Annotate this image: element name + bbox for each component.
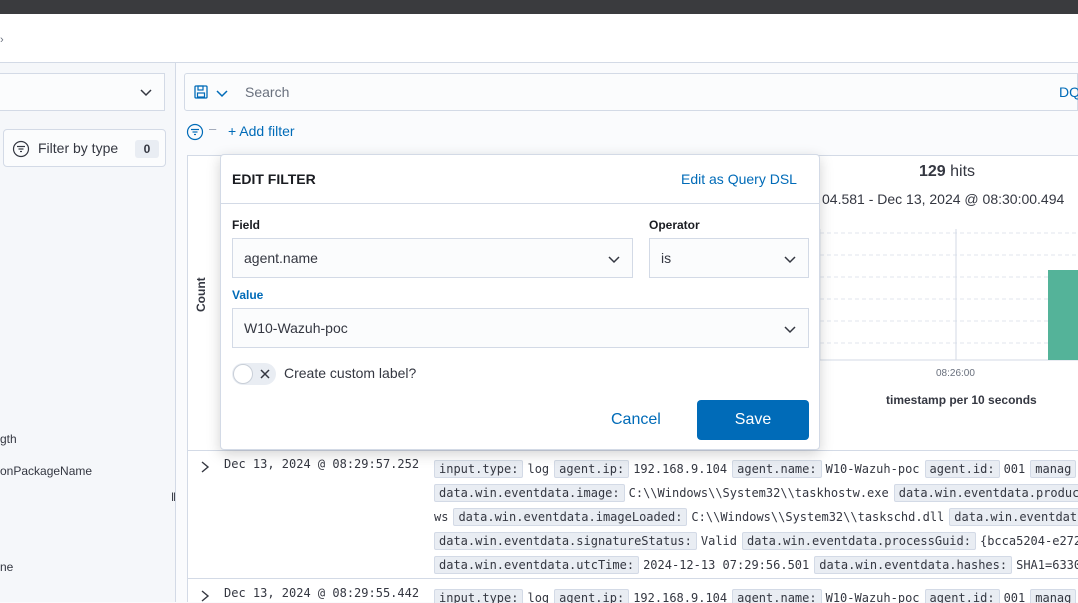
- doc-field-key[interactable]: data.win.eventdata.signatureStatus:: [434, 532, 697, 550]
- doc-field-value: log: [527, 591, 550, 603]
- doc-line: input.type: log agent.ip: 192.168.9.104 agen…: [434, 589, 1078, 603]
- x-tick-label: 08:26:00: [936, 368, 975, 379]
- chevron-right-icon[interactable]: [200, 590, 210, 602]
- doc-field-key[interactable]: agent.ip:: [554, 460, 630, 478]
- filter-separator: –: [209, 121, 217, 136]
- x-axis-label: timestamp per 10 seconds: [886, 393, 1037, 407]
- filter-count-badge: 0: [135, 140, 159, 158]
- doc-field-value: 192.168.9.104: [633, 462, 728, 476]
- doc-field-value: {bcca5204-e272: [979, 534, 1078, 548]
- doc-line: data.win.eventdata.image: C:\\Windows\\Sy…: [434, 484, 1078, 504]
- hits-label: hits: [945, 163, 976, 180]
- close-icon: [260, 369, 270, 379]
- value-select-value: W10-Wazuh-poc: [244, 320, 348, 336]
- doc-field-value: 2024-12-13 07:29:56.501: [643, 558, 810, 572]
- doc-line: data.win.eventdata.utcTime: 2024-12-13 07…: [434, 556, 1078, 576]
- filter-icon: [12, 140, 30, 158]
- doc-field-key[interactable]: data.win.eventdata.imageLoaded:: [453, 508, 688, 526]
- save-button[interactable]: Save: [697, 400, 809, 440]
- chevron-down-icon: [216, 90, 228, 98]
- doc-field-value: 001: [1003, 462, 1026, 476]
- doc-field-key[interactable]: data.win.eventdat: [949, 508, 1078, 526]
- sidebar-field-item[interactable]: ne: [0, 560, 13, 574]
- divider: [221, 203, 819, 204]
- doc-field-value: SHA1=6330: [1016, 558, 1078, 572]
- histogram-bar[interactable]: [1048, 270, 1078, 360]
- field-sidebar: Filter by type 0 gth onPackageName ne: [0, 63, 176, 602]
- histogram-chart: [820, 229, 1078, 361]
- filter-by-type-button[interactable]: Filter by type 0: [3, 129, 166, 167]
- header-chevron-icon[interactable]: ›: [0, 34, 4, 46]
- chevron-down-icon: [608, 256, 620, 264]
- doc-field-value: 001: [1003, 591, 1026, 603]
- field-select[interactable]: agent.name: [232, 238, 633, 278]
- operator-select[interactable]: is: [649, 238, 809, 278]
- doc-field-value: Valid: [700, 534, 737, 548]
- doc-field-key[interactable]: data.win.eventdata.image:: [434, 484, 625, 502]
- hits-number: 129: [919, 163, 946, 180]
- value-label: Value: [232, 288, 264, 302]
- doc-field-key[interactable]: agent.ip:: [554, 589, 630, 603]
- doc-field-key[interactable]: data.win.eventdata.utcTime:: [434, 556, 640, 574]
- time-range-text: 04.581 - Dec 13, 2024 @ 08:30:00.494: [822, 191, 1065, 207]
- browser-top-bar: [0, 0, 1078, 14]
- doc-field-key[interactable]: data.win.eventdata.hashes:: [814, 556, 1013, 574]
- doc-field-value: C:\\Windows\\System32\\taskschd.dll: [691, 510, 945, 524]
- operator-label: Operator: [649, 218, 700, 232]
- sidebar-resize-handle[interactable]: ‖: [171, 490, 176, 504]
- custom-label-toggle[interactable]: [232, 363, 276, 385]
- custom-label-text: Create custom label?: [284, 365, 417, 381]
- query-search-box: DQ: [238, 73, 1078, 111]
- field-label: Field: [232, 218, 261, 232]
- chevron-down-icon: [140, 89, 152, 97]
- doc-field-key[interactable]: input.type:: [434, 460, 524, 478]
- field-select-value: agent.name: [244, 250, 318, 266]
- filter-options-icon[interactable]: [186, 123, 204, 141]
- doc-field-key[interactable]: manag: [1030, 460, 1077, 478]
- search-input[interactable]: [238, 74, 1045, 110]
- doc-line: data.win.eventdata.signatureStatus: Valid…: [434, 532, 1078, 552]
- doc-field-key[interactable]: manag: [1030, 589, 1077, 603]
- doc-field-value: W10-Wazuh-poc: [825, 591, 920, 603]
- doc-field-key[interactable]: input.type:: [434, 589, 524, 603]
- save-disk-icon: [194, 85, 208, 99]
- operator-select-value: is: [661, 250, 672, 266]
- doc-line: input.type: log agent.ip: 192.168.9.104 agen…: [434, 460, 1078, 480]
- sidebar-field-item[interactable]: gth: [0, 432, 17, 446]
- chevron-right-icon[interactable]: [200, 461, 210, 473]
- sidebar-field-item[interactable]: onPackageName: [0, 464, 92, 478]
- edit-filter-popover: EDIT FILTER Edit as Query DSL Field agen…: [220, 154, 820, 450]
- app-header: ›: [0, 14, 1078, 63]
- doc-field-key[interactable]: agent.name:: [732, 589, 822, 603]
- table-row: Dec 13, 2024 @ 08:29:57.252 input.type: l…: [188, 450, 1078, 579]
- query-language-button[interactable]: DQ: [1059, 84, 1078, 100]
- doc-field-key[interactable]: data.win.eventdata.processGuid:: [742, 532, 976, 550]
- value-select[interactable]: W10-Wazuh-poc: [232, 308, 809, 348]
- y-axis-label: Count: [194, 277, 208, 312]
- doc-timestamp: Dec 13, 2024 @ 08:29:57.252: [224, 457, 420, 471]
- doc-field-value: C:\\Windows\\System32\\taskhostw.exe: [628, 486, 889, 500]
- chevron-down-icon: [784, 256, 796, 264]
- doc-field-value: W10-Wazuh-poc: [825, 462, 920, 476]
- doc-field-key[interactable]: agent.name:: [732, 460, 822, 478]
- doc-timestamp: Dec 13, 2024 @ 08:29:55.442: [224, 586, 420, 600]
- cancel-button[interactable]: Cancel: [611, 411, 661, 429]
- doc-field-key[interactable]: agent.id:: [924, 460, 1000, 478]
- index-pattern-select[interactable]: [0, 73, 165, 111]
- saved-query-button[interactable]: [184, 73, 239, 111]
- doc-field-value: 192.168.9.104: [633, 591, 728, 603]
- toggle-knob: [233, 364, 253, 384]
- filter-by-type-label: Filter by type: [38, 140, 119, 156]
- doc-field-value: ws: [434, 510, 449, 524]
- doc-field-key[interactable]: agent.id:: [924, 589, 1000, 603]
- doc-field-value: log: [527, 462, 550, 476]
- chevron-down-icon: [784, 326, 796, 334]
- popover-title: EDIT FILTER: [232, 171, 316, 187]
- doc-line: ws data.win.eventdata.imageLoaded: C:\\Win…: [434, 508, 1078, 528]
- doc-field-key[interactable]: data.win.eventdata.produc: [893, 484, 1078, 502]
- add-filter-button[interactable]: + Add filter: [228, 123, 295, 139]
- hits-count: 129 hits: [919, 163, 975, 181]
- table-row: Dec 13, 2024 @ 08:29:55.442 input.type: l…: [188, 578, 1078, 603]
- edit-as-query-dsl-link[interactable]: Edit as Query DSL: [681, 171, 797, 187]
